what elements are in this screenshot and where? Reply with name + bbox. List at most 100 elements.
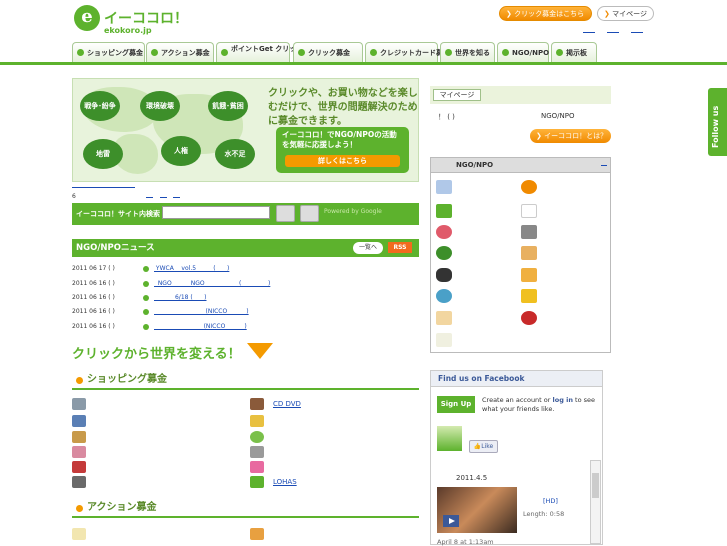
dash-link[interactable] xyxy=(159,197,167,198)
ngo-link[interactable] xyxy=(541,208,549,214)
news-link[interactable]: YWCA vol.5 ( ) xyxy=(154,262,229,276)
ngo-link[interactable] xyxy=(541,250,549,256)
search-button[interactable] xyxy=(276,205,295,222)
tennis-icon xyxy=(72,476,86,488)
ngo-link[interactable] xyxy=(541,315,549,321)
tab-credit[interactable]: クレジットカード募金 xyxy=(365,42,450,62)
news-item[interactable]: 2011 06 16 ( ) 6/18 ( ) xyxy=(72,291,419,305)
banner-headline: クリックや、お買い物などを楽しむだけで、世界の問題解決のために募金できます。 xyxy=(268,88,418,127)
action-link[interactable] xyxy=(94,531,102,539)
facebook-scrollbar[interactable] xyxy=(590,460,601,544)
dash-link[interactable] xyxy=(146,197,153,198)
news-item[interactable]: 2011 06 17 ( ) YWCA vol.5 ( ) xyxy=(72,262,419,276)
news-more-button[interactable]: 一覧へ xyxy=(353,242,383,254)
tools-icon xyxy=(250,446,264,458)
news-item[interactable]: 2011 06 16 ( ) (NICCO ) xyxy=(72,305,419,319)
dash-links xyxy=(146,197,180,198)
news-item[interactable]: 2011 06 16 ( ) NGO NGO ( ) xyxy=(72,277,419,291)
tent-icon xyxy=(436,204,452,218)
issue-bubble: 環境破壊 xyxy=(140,91,180,121)
ngo-link[interactable] xyxy=(541,184,549,190)
ngo-link[interactable] xyxy=(456,315,464,321)
panel-more-link[interactable] xyxy=(601,165,607,166)
news-link[interactable]: 6/18 ( ) xyxy=(154,291,207,305)
helmet-icon xyxy=(521,180,537,194)
search-option-button[interactable] xyxy=(300,205,319,222)
video-hd-link[interactable]: [HD] xyxy=(543,497,558,505)
header-link[interactable] xyxy=(607,27,619,33)
shop-link[interactable]: LOHAS xyxy=(273,478,297,486)
click-donation-button[interactable]: ❯ クリック募金はこちら xyxy=(499,6,592,21)
tab-shopping[interactable]: ショッピング募金 xyxy=(72,42,145,62)
post-date: 2011.4.5 xyxy=(456,474,488,482)
ngo-link[interactable] xyxy=(541,272,549,278)
news-header: NGO/NPOニュース 一覧へ RSS xyxy=(72,239,419,257)
news-date: 2011 06 16 ( ) xyxy=(72,294,115,301)
site-search-bar: イーココロ！サイト内検索 Powered by Google xyxy=(72,203,419,225)
news-item[interactable]: 2011 06 16 ( ) (NICCO ) xyxy=(72,320,419,334)
header-link[interactable] xyxy=(631,27,643,33)
toys-icon xyxy=(250,461,264,473)
search-input[interactable] xyxy=(162,206,270,219)
tab-world[interactable]: 世界を知る xyxy=(440,42,495,62)
facebook-info: Create an account or log in to see what … xyxy=(482,396,597,414)
like-button[interactable]: 👍Like xyxy=(469,440,498,453)
play-icon[interactable] xyxy=(443,515,459,527)
follow-us-tab[interactable]: Follow us xyxy=(708,88,727,156)
tab-ngo[interactable]: NGO/NPO xyxy=(497,42,549,62)
mypage-section-header: マイページ xyxy=(430,86,611,104)
ngo-link[interactable] xyxy=(456,272,464,278)
issue-bubble: 戦争･紛争 xyxy=(80,91,120,121)
ngo-link[interactable] xyxy=(541,229,549,235)
ngo-link[interactable] xyxy=(456,338,464,344)
ngo-link[interactable] xyxy=(456,250,464,256)
facebook-text: Create an account or xyxy=(482,396,553,404)
about-label: イーココロ！とは？ xyxy=(544,132,608,140)
news-title: NGO/NPOニュース xyxy=(76,243,155,253)
tab-board[interactable]: 掲示板 xyxy=(551,42,597,62)
ngo-link[interactable] xyxy=(456,208,464,214)
heart-icon xyxy=(436,225,452,239)
ngo-link[interactable] xyxy=(456,184,464,190)
mypage-button[interactable]: ❯ マイページ xyxy=(597,6,654,21)
news-link[interactable]: NGO NGO ( ) xyxy=(154,277,271,291)
ngo-link[interactable] xyxy=(541,293,549,299)
bullet-icon xyxy=(143,295,149,301)
tab-action[interactable]: アクション募金 xyxy=(146,42,214,62)
facebook-signup-button[interactable]: Sign Up xyxy=(437,396,475,413)
tree-icon xyxy=(436,246,452,260)
logo-title[interactable]: イーココロ！ xyxy=(104,8,188,28)
change-world-heading: クリックから世界を変える！ xyxy=(72,347,241,362)
header-link[interactable] xyxy=(583,27,595,33)
about-button[interactable]: ❯ イーココロ！とは？ xyxy=(530,129,611,143)
ngo-panel: NGO/NPO xyxy=(430,157,611,353)
small-link[interactable] xyxy=(72,187,135,188)
video-thumbnail[interactable] xyxy=(437,487,517,533)
details-button[interactable]: 詳しくはこちら xyxy=(285,155,400,167)
tab-click[interactable]: クリック募金 xyxy=(293,42,363,62)
ngo-link[interactable] xyxy=(456,229,464,235)
dash-link[interactable] xyxy=(173,197,180,198)
travel-icon xyxy=(250,415,264,427)
logo-subtitle: ekokoro.jp xyxy=(104,26,152,35)
shop-link[interactable]: CD DVD xyxy=(273,400,301,408)
ngo-link[interactable] xyxy=(456,293,464,299)
fish-icon xyxy=(436,268,452,282)
hero-banner[interactable]: 戦争･紛争 環境破壊 飢餓･貧困 地雷 人権 水不足 クリックや、お買い物などを… xyxy=(72,78,419,182)
logo-mark[interactable]: e xyxy=(74,5,100,31)
page-thumbnail[interactable] xyxy=(437,426,462,451)
news-date: 2011 06 16 ( ) xyxy=(72,280,115,287)
news-link[interactable]: (NICCO ) xyxy=(154,305,248,319)
banner-ngo-box[interactable]: イーココロ！でNGO/NPOの活動を気軽に応援しよう！ 詳しくはこちら xyxy=(276,127,409,173)
video-length: Length: 0:58 xyxy=(523,510,565,518)
action-link[interactable] xyxy=(273,531,281,539)
facebook-login-link[interactable]: log in xyxy=(553,396,573,404)
click-donation-label: クリック募金はこちら xyxy=(514,10,585,18)
chevron-right-icon: ❯ xyxy=(506,10,515,18)
news-link[interactable]: (NICCO ) xyxy=(154,320,247,334)
rss-icon[interactable]: RSS xyxy=(388,242,412,253)
tab-point-click[interactable]: ポイントGet クリック募金 xyxy=(216,42,317,62)
mypage-info: ！ ( ) xyxy=(438,113,455,121)
mypage-tab[interactable]: マイページ xyxy=(433,89,481,101)
search-label: イーココロ！サイト内検索 xyxy=(76,210,160,218)
